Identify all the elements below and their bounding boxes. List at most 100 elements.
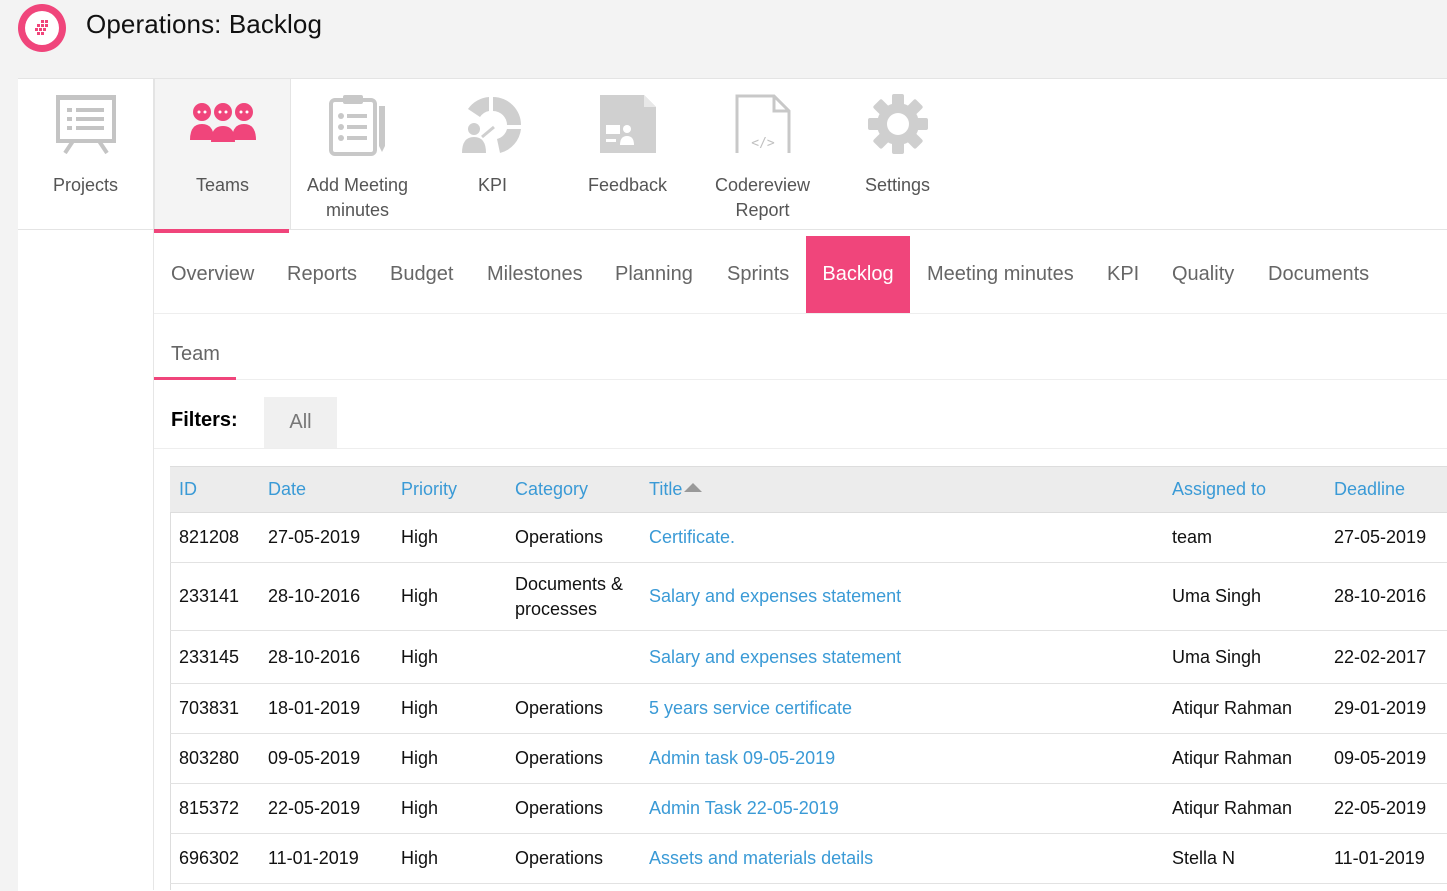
column-header-id[interactable]: ID <box>170 466 259 513</box>
cell-deadline: 22-05-2019 <box>1325 783 1447 834</box>
tab-team[interactable]: Team <box>154 330 236 378</box>
page-title: Operations: Backlog <box>86 9 323 39</box>
cell-assigned-to: Atiqur Rahman <box>1163 733 1325 784</box>
cell-assigned-to: Atiqur Rahman <box>1163 783 1325 834</box>
cell-priority: High <box>392 512 506 563</box>
cell-deadline: 22-02-2017 <box>1325 630 1447 684</box>
tab-kpi[interactable]: KPI <box>1107 236 1139 313</box>
cell-assigned-to: Atiqur Rahman <box>1163 683 1325 734</box>
tab-sprints[interactable]: Sprints <box>727 236 789 313</box>
tab-quality[interactable]: Quality <box>1172 236 1234 313</box>
column-header-assigned-to[interactable]: Assigned to <box>1163 466 1325 513</box>
tab-milestones[interactable]: Milestones <box>487 236 583 313</box>
nav-label: Teams <box>195 175 249 195</box>
cell-id: 233141 <box>170 562 259 631</box>
cell-category: Documents & processes <box>506 562 640 631</box>
tab-budget[interactable]: Budget <box>390 236 453 313</box>
table-row[interactable]: 233145 28-10-2016 High Salary and expens… <box>170 630 1447 684</box>
column-header-date[interactable]: Date <box>259 466 392 513</box>
kpi-gauge-icon <box>461 97 521 153</box>
nav-active-indicator <box>154 229 289 233</box>
cell-category: Operations <box>506 833 640 884</box>
column-header-priority[interactable]: Priority <box>392 466 506 513</box>
table-row[interactable]: 815372 22-05-2019 High Operations Admin … <box>170 783 1447 834</box>
sub-tabs: Overview Reports Budget Milestones Plann… <box>154 236 1447 314</box>
nav-item-add-meeting-minutes[interactable]: Add Meeting minutes <box>290 79 425 229</box>
cell-title-link[interactable]: Admin Task 22-05-2019 <box>640 783 1163 834</box>
gear-icon <box>867 94 928 154</box>
cell-title-link[interactable]: Certificate. <box>640 512 1163 563</box>
sort-ascending-icon <box>684 483 703 492</box>
cell-id: 821208 <box>170 512 259 563</box>
cell-category: Operations <box>506 512 640 563</box>
column-header-title[interactable]: Title <box>640 466 1163 513</box>
nav-item-feedback[interactable]: Feedback <box>560 79 695 229</box>
column-header-title-label: Title <box>649 479 683 499</box>
cell-assigned-to: team <box>1163 512 1325 563</box>
nav-label: KPI <box>477 175 507 195</box>
cell-id: 815372 <box>170 783 259 834</box>
table-row[interactable]: 703831 18-01-2019 High Operations 5 year… <box>170 683 1447 734</box>
nav-label: Add Meeting minutes <box>306 175 409 220</box>
cell-title-link[interactable]: Assets and materials details <box>640 833 1163 884</box>
cell-title-link[interactable]: 5 years service certificate <box>640 683 1163 734</box>
cell-title-link[interactable]: Salary and expenses statement <box>640 630 1163 684</box>
filters-label: Filters: <box>171 409 238 431</box>
cell-title-link[interactable]: Admin task 09-05-2019 <box>640 733 1163 784</box>
table-header-row: ID Date Priority Category Title Assigned… <box>170 466 1447 513</box>
table-row[interactable]: 233141 28-10-2016 High Documents & proce… <box>170 562 1447 631</box>
app-logo-inner <box>25 11 59 45</box>
feedback-document-icon <box>599 95 656 153</box>
nav-item-teams[interactable]: Teams <box>154 79 291 229</box>
cell-assigned-to: Stella N <box>1163 833 1325 884</box>
nav-item-projects[interactable]: Projects <box>18 79 154 229</box>
presentation-board-icon <box>55 95 116 154</box>
cell-date: 28-10-2016 <box>259 630 392 684</box>
cell-date: 28-10-2016 <box>259 562 392 631</box>
tab-documents[interactable]: Documents <box>1268 236 1369 313</box>
cell-priority: High <box>392 833 506 884</box>
table-row[interactable]: 821208 27-05-2019 High Operations Certif… <box>170 512 1447 563</box>
cell-date: 18-01-2019 <box>259 683 392 734</box>
cell-deadline: 09-05-2019 <box>1325 733 1447 784</box>
cell-deadline: 28-10-2016 <box>1325 562 1447 631</box>
column-header-category[interactable]: Category <box>506 466 640 513</box>
cell-deadline: 27-05-2019 <box>1325 512 1447 563</box>
table-row[interactable]: 696302 11-01-2019 High Operations Assets… <box>170 833 1447 884</box>
cell-date: 09-05-2019 <box>259 733 392 784</box>
cell-title-link[interactable]: Salary and expenses statement <box>640 562 1163 631</box>
team-people-icon <box>189 103 256 142</box>
cell-deadline: 11-01-2019 <box>1325 833 1447 884</box>
nav-item-codereview-report[interactable]: </> Codereview Report <box>695 79 830 229</box>
tab-backlog[interactable]: Backlog <box>806 236 910 313</box>
app-logo[interactable] <box>18 4 66 52</box>
nav-label: Settings <box>864 175 931 195</box>
column-header-deadline[interactable]: Deadline <box>1325 466 1447 513</box>
tab-reports[interactable]: Reports <box>287 236 357 313</box>
cell-date: 27-05-2019 <box>259 512 392 563</box>
cell-priority: High <box>392 683 506 734</box>
cell-id: 703831 <box>170 683 259 734</box>
cell-id: 233145 <box>170 630 259 684</box>
cell-date: 11-01-2019 <box>259 833 392 884</box>
tab-planning[interactable]: Planning <box>615 236 693 313</box>
nav-item-settings[interactable]: Settings <box>830 79 965 229</box>
nav-item-kpi[interactable]: KPI <box>425 79 560 229</box>
nav-label: Projects <box>52 175 119 195</box>
team-tab-indicator <box>154 377 236 380</box>
cell-category: Operations <box>506 733 640 784</box>
cell-date: 22-05-2019 <box>259 783 392 834</box>
cell-category: Operations <box>506 683 640 734</box>
cell-priority: High <box>392 630 506 684</box>
top-nav: Projects Teams Add Meeting minutes KPI F… <box>18 79 1447 230</box>
filter-all-button[interactable]: All <box>264 397 337 448</box>
left-column <box>18 230 154 890</box>
grid-dots-icon <box>35 20 48 35</box>
cell-assigned-to: Uma Singh <box>1163 562 1325 631</box>
tab-overview[interactable]: Overview <box>171 236 254 313</box>
cell-category: Operations <box>506 783 640 834</box>
table-row[interactable]: 803280 09-05-2019 High Operations Admin … <box>170 733 1447 784</box>
clipboard-checklist-icon <box>328 95 385 156</box>
divider <box>236 379 1447 380</box>
tab-meeting-minutes[interactable]: Meeting minutes <box>927 236 1074 313</box>
